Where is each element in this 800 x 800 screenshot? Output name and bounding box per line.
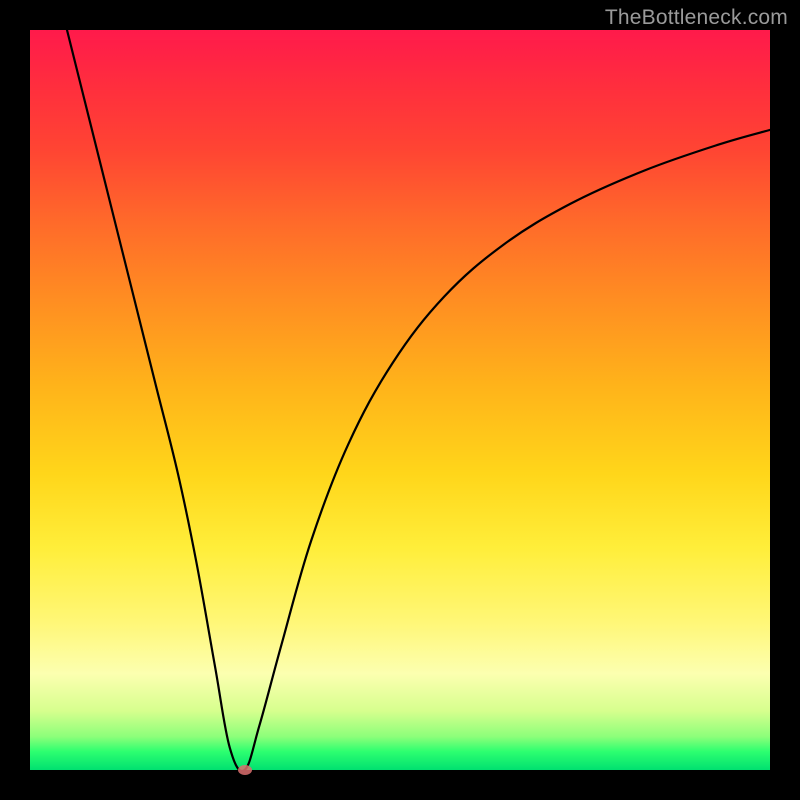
watermark-text: TheBottleneck.com xyxy=(605,6,788,30)
plot-area xyxy=(30,30,770,770)
chart-frame: TheBottleneck.com xyxy=(0,0,800,800)
bottleneck-curve xyxy=(67,30,770,770)
curve-svg xyxy=(30,30,770,770)
min-point-marker xyxy=(238,765,252,775)
